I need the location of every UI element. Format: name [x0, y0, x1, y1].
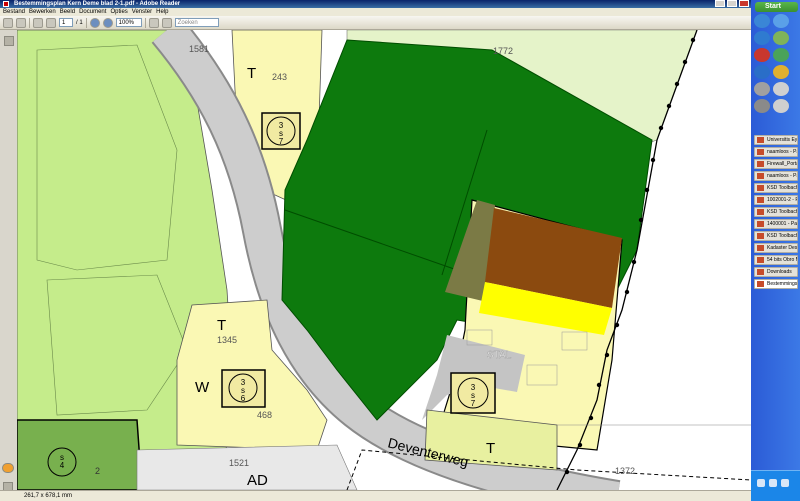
page-total: / 1 — [76, 19, 83, 26]
zoom-out-icon[interactable] — [89, 17, 100, 28]
task-button[interactable]: KSD Toolbach... — [754, 231, 798, 241]
warning-icon[interactable] — [2, 463, 14, 473]
page-number-input[interactable]: 1 — [59, 18, 73, 27]
task-button[interactable]: KSD Toolbach... — [754, 207, 798, 217]
document-icon[interactable] — [773, 82, 789, 96]
print-icon[interactable] — [3, 17, 13, 28]
start-button[interactable]: Start — [755, 2, 798, 12]
zoom-in-icon[interactable] — [102, 17, 113, 28]
toolbar-separator — [85, 17, 87, 28]
parcel-number: 468 — [257, 410, 272, 420]
minimize-button[interactable] — [715, 0, 725, 7]
parcel-number: 1772 — [493, 46, 513, 56]
application-icon[interactable] — [754, 65, 770, 79]
parcel-number: 1521 — [229, 458, 249, 468]
menu-document[interactable]: Document — [79, 8, 106, 16]
menu-beeld[interactable]: Beeld — [60, 8, 75, 16]
tray-icon[interactable] — [757, 479, 765, 487]
close-button[interactable] — [739, 0, 749, 7]
menu-venster[interactable]: Venster — [132, 8, 152, 16]
windows-taskbar: Start Universitis Eye... naamloos - Pain… — [751, 0, 800, 501]
parcel-number: 1372 — [615, 466, 635, 476]
symbol-text: 4 — [60, 461, 65, 470]
next-page-icon[interactable] — [46, 17, 56, 28]
browser-icon[interactable] — [754, 31, 770, 45]
previous-page-icon[interactable] — [33, 17, 43, 28]
task-list: Universitis Eye... naamloos - Paint Fire… — [751, 135, 800, 291]
zone-label: AD — [247, 472, 268, 489]
green-zone-4 — [17, 419, 143, 490]
task-button[interactable]: Downloads — [754, 267, 798, 277]
task-button[interactable]: KSD Toolbach... — [754, 183, 798, 193]
menu-bestand[interactable]: Bestand — [3, 8, 25, 16]
toolbar-separator — [144, 17, 146, 28]
document-view[interactable]: 1581 243 1772 1345 468 1521 1372 T T W A… — [17, 30, 751, 490]
menu-bewerken[interactable]: Bewerken — [29, 8, 56, 16]
tray-icon[interactable] — [781, 479, 789, 487]
task-button[interactable]: 1400001 - Paint — [754, 219, 798, 229]
parcel-number: 243 — [272, 72, 287, 82]
toolbar: 1 / 1 100% Zoeken — [0, 16, 751, 30]
tools-icon[interactable] — [754, 99, 770, 113]
system-tray — [751, 470, 800, 501]
menu-bar: Bestand Bewerken Beeld Document Opties V… — [0, 8, 751, 16]
parcel-number: 1581 — [189, 44, 209, 54]
status-bar: 261,7 x 678,1 mm — [0, 490, 751, 501]
task-button[interactable]: naamloos - Paint — [754, 171, 798, 181]
tray-icon[interactable] — [769, 479, 777, 487]
zoom-select[interactable]: 100% — [115, 18, 142, 27]
navigation-panel — [0, 30, 18, 492]
parcel-number: 1345 — [217, 335, 237, 345]
window-titlebar: Bestemmingsplan Kern Deme blad 2-1.pdf -… — [0, 0, 751, 8]
zone-label: T — [486, 440, 495, 457]
task-button[interactable]: Universitis Eye... — [754, 135, 798, 145]
messenger-icon[interactable] — [754, 48, 770, 62]
email-icon[interactable] — [16, 17, 26, 28]
fit-width-icon[interactable] — [161, 17, 172, 28]
symbol-text: 7 — [279, 137, 284, 146]
maximize-button[interactable] — [727, 0, 737, 7]
printer-icon[interactable] — [773, 99, 789, 113]
building-label: STAL — [487, 350, 512, 361]
quick-launch — [751, 12, 800, 122]
refresh-icon[interactable] — [773, 48, 789, 62]
task-button[interactable]: naamloos - Paint — [754, 147, 798, 157]
menu-help[interactable]: Help — [156, 8, 168, 16]
window-controls — [715, 0, 749, 7]
zoning-map: 1581 243 1772 1345 468 1521 1372 T T W A… — [17, 30, 751, 490]
adobe-reader-icon — [3, 1, 9, 7]
menu-opties[interactable]: Opties — [110, 8, 127, 16]
task-button-active[interactable]: Bestemmings... — [754, 279, 798, 289]
task-button[interactable]: Firewall_Porta... — [754, 159, 798, 169]
search-input[interactable]: Zoeken — [174, 18, 219, 27]
window-title: Bestemmingsplan Kern Deme blad 2-1.pdf -… — [14, 1, 181, 7]
symbol-text: 7 — [471, 399, 476, 408]
internet-explorer-icon[interactable] — [754, 14, 770, 28]
task-button[interactable]: 1002001-2 - P... — [754, 195, 798, 205]
zone-label: W — [195, 379, 210, 396]
task-button[interactable]: 54 bits Obro M... — [754, 255, 798, 265]
toolbar-separator — [29, 17, 30, 28]
symbol-text: 6 — [241, 394, 246, 403]
task-button[interactable]: Kadaster Desk... — [754, 243, 798, 253]
zone-label: T — [247, 65, 256, 82]
zone-label: T — [217, 317, 226, 334]
settings-icon[interactable] — [754, 82, 770, 96]
firefox-icon[interactable] — [773, 65, 789, 79]
network-icon[interactable] — [773, 31, 789, 45]
parcel-number: 2 — [95, 466, 100, 476]
pages-icon[interactable] — [3, 36, 14, 46]
fit-page-icon[interactable] — [148, 17, 159, 28]
folder-icon[interactable] — [773, 14, 789, 28]
